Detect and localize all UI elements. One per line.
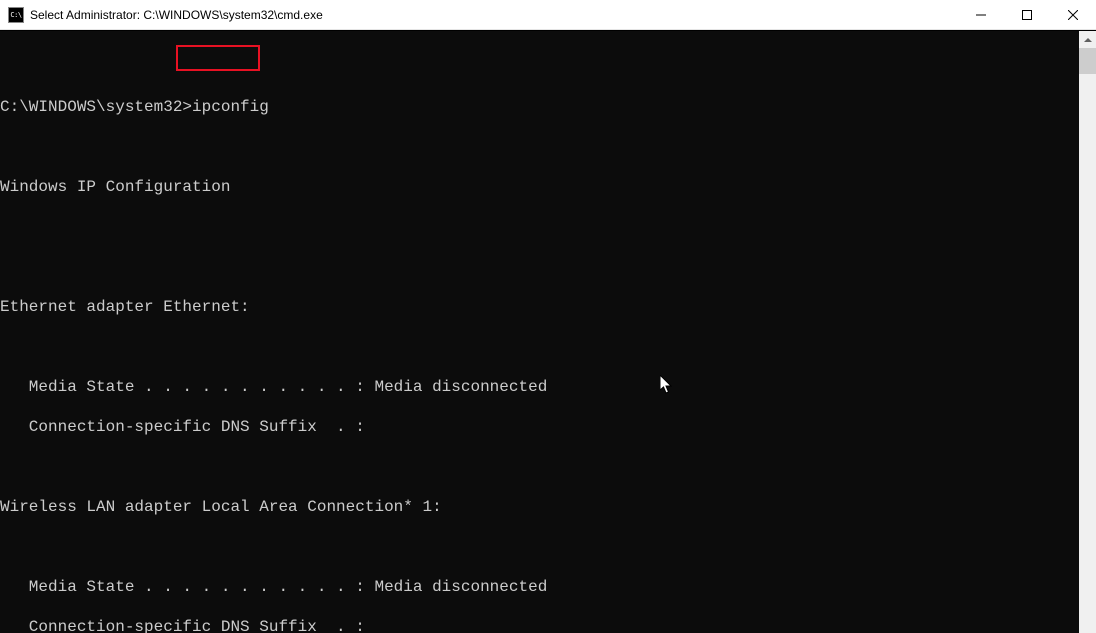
terminal-output[interactable]: C:\WINDOWS\system32>ipconfig Windows IP … [0, 31, 1079, 633]
media-state-line: Media State . . . . . . . . . . . : Medi… [0, 577, 1079, 597]
adapter-header: Ethernet adapter Ethernet: [0, 297, 1079, 317]
blank-line [0, 137, 1079, 157]
close-button[interactable] [1050, 0, 1096, 29]
prompt-line: C:\WINDOWS\system32>ipconfig [0, 97, 1079, 117]
cmd-icon: C:\ [8, 7, 24, 23]
command-text: ipconfig [192, 98, 269, 116]
blank-line [0, 457, 1079, 477]
dns-suffix-line: Connection-specific DNS Suffix . : [0, 617, 1079, 633]
minimize-button[interactable] [958, 0, 1004, 29]
maximize-button[interactable] [1004, 0, 1050, 29]
blank-line [0, 337, 1079, 357]
scroll-thumb[interactable] [1079, 48, 1096, 74]
blank-line [0, 257, 1079, 277]
vertical-scrollbar[interactable] [1079, 31, 1096, 633]
blank-line [0, 57, 1079, 77]
blank-line [0, 537, 1079, 557]
dns-suffix-line: Connection-specific DNS Suffix . : [0, 417, 1079, 437]
prompt-text: C:\WINDOWS\system32> [0, 98, 192, 116]
media-state-line: Media State . . . . . . . . . . . : Medi… [0, 377, 1079, 397]
scroll-up-arrow[interactable] [1079, 31, 1096, 48]
section-header: Windows IP Configuration [0, 177, 1079, 197]
blank-line [0, 217, 1079, 237]
window-controls [958, 0, 1096, 29]
titlebar[interactable]: C:\ Select Administrator: C:\WINDOWS\sys… [0, 0, 1096, 30]
window-title: Select Administrator: C:\WINDOWS\system3… [30, 8, 958, 22]
adapter-header: Wireless LAN adapter Local Area Connecti… [0, 497, 1079, 517]
